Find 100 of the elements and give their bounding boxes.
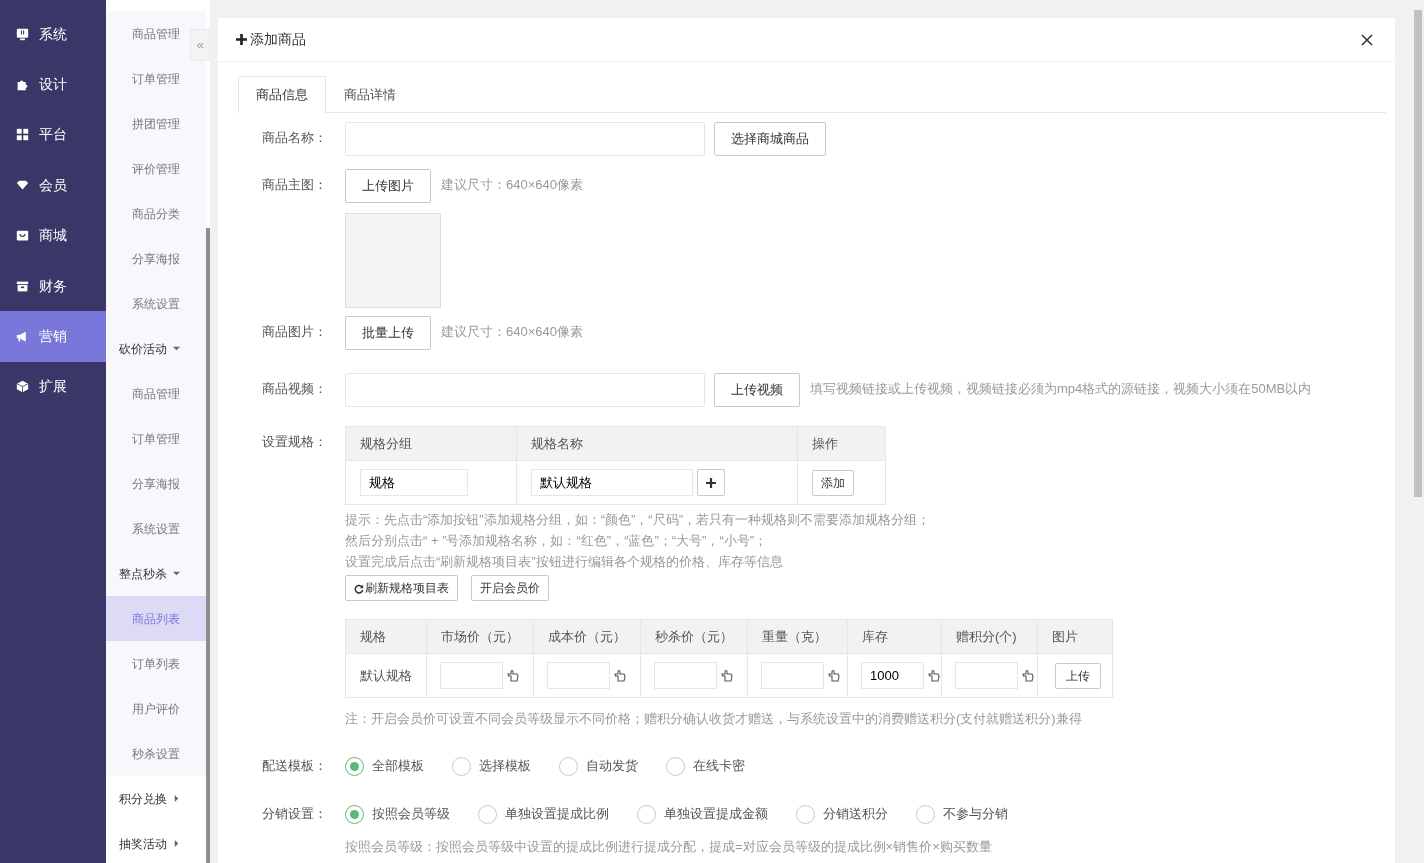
price-field[interactable] <box>955 662 1018 689</box>
text-field[interactable]: 规格 <box>360 469 468 496</box>
select-product-button[interactable]: 选择商城商品 <box>714 122 826 156</box>
close-icon[interactable] <box>1361 33 1373 46</box>
scrollbar[interactable] <box>206 228 210 863</box>
submenu-group[interactable]: 砍价活动 <box>106 326 206 371</box>
submenu-group[interactable]: 抽奖活动 <box>106 821 206 863</box>
hand-icon[interactable] <box>507 669 519 682</box>
hand-icon[interactable] <box>1022 669 1034 682</box>
hand-icon[interactable] <box>614 669 626 682</box>
column-header: 库存 <box>847 619 942 654</box>
nav-item[interactable]: 扩展 <box>0 361 106 413</box>
nav-item[interactable]: 营销 <box>0 311 106 362</box>
field-label: 商品视频： <box>261 380 328 398</box>
upload-button[interactable]: 上传图片 <box>345 169 431 203</box>
radio-option[interactable]: 单独设置提成比例 <box>478 798 609 830</box>
field-label: 商品名称： <box>261 129 328 147</box>
submenu-item[interactable]: 分享海报 <box>106 236 206 281</box>
nav-item[interactable]: 平台 <box>0 109 106 161</box>
upload-video-button[interactable]: 上传视频 <box>714 373 800 407</box>
nav-item[interactable]: 财务 <box>0 260 106 312</box>
radio-option[interactable]: 不参与分销 <box>916 798 1008 830</box>
radio-option[interactable]: 选择模板 <box>452 750 531 782</box>
price-field[interactable]: 1000 <box>861 662 924 689</box>
price-field[interactable] <box>547 662 610 689</box>
column-header: 重量（克） <box>747 619 848 654</box>
submenu-item[interactable]: 拼团管理 <box>106 101 206 146</box>
monitor-icon <box>16 27 29 41</box>
submenu-item[interactable]: 订单列表 <box>106 641 206 686</box>
submenu-group[interactable]: 整点秒杀 <box>106 551 206 596</box>
column-header: 规格名称 <box>516 426 798 461</box>
hint-text: 填写视频链接或上传视频，视频链接必须为mp4格式的源链接，视频大小须在50MB以内 <box>810 380 1312 398</box>
column-header: 规格 <box>345 619 427 654</box>
submenu-group[interactable]: 积分兑换 <box>106 776 206 821</box>
submenu-item[interactable]: 分享海报 <box>106 461 206 506</box>
column-header: 操作 <box>797 426 886 461</box>
gem-icon <box>16 178 29 192</box>
add-name-button[interactable] <box>697 469 725 496</box>
column-header: 成本价（元） <box>533 619 641 654</box>
submenu-item[interactable]: 商品管理 <box>106 371 206 416</box>
field-label: 设置规格： <box>261 433 328 451</box>
scrollbar[interactable] <box>1414 10 1422 497</box>
refresh-icon <box>354 583 364 594</box>
grid-icon <box>16 128 29 142</box>
upload-button[interactable]: 批量上传 <box>345 316 431 350</box>
field-label: 分销设置： <box>261 805 328 823</box>
submenu-item[interactable]: 订单管理 <box>106 56 206 101</box>
text-field[interactable] <box>345 122 705 156</box>
radio-option[interactable]: 自动发货 <box>559 750 638 782</box>
radio-option[interactable]: 分销送积分 <box>796 798 888 830</box>
radio-option[interactable]: 全部模板 <box>345 750 424 782</box>
upload-button[interactable]: 上传 <box>1055 662 1101 689</box>
field-label: 商品主图： <box>261 176 328 194</box>
hint-text: 建议尺寸：640×640像素 <box>441 323 583 341</box>
hand-icon[interactable] <box>828 669 840 682</box>
radio-option[interactable]: 按照会员等级 <box>345 798 450 830</box>
price-field[interactable] <box>761 662 824 689</box>
tab[interactable]: 商品信息 <box>238 76 326 113</box>
nav-item[interactable]: 商城 <box>0 210 106 261</box>
submenu-item[interactable]: 商品分类 <box>106 191 206 236</box>
text-field[interactable] <box>345 373 705 407</box>
nav-item[interactable]: 设计 <box>0 59 106 110</box>
plus-icon <box>236 34 247 45</box>
description-text: 按照会员等级：按照会员等级中设置的提成比例进行提成分配，提成=对应会员等级的提成比例×销售价×购买数量 <box>345 838 993 856</box>
megaphone-icon <box>16 330 29 344</box>
tip-text: 设置完成后点击“刷新规格项目表”按钮进行编辑各个规格的价格、库存等信息 <box>345 553 784 571</box>
submenu-item[interactable]: 订单管理 <box>106 416 206 461</box>
submenu-item[interactable]: 秒杀设置 <box>106 731 206 776</box>
price-field[interactable] <box>654 662 717 689</box>
add-button[interactable]: 添加 <box>812 469 854 496</box>
submenu-item[interactable]: 系统设置 <box>106 506 206 551</box>
submenu-item[interactable]: 系统设置 <box>106 281 206 326</box>
hand-icon[interactable] <box>928 669 940 682</box>
hand-icon[interactable] <box>721 669 733 682</box>
caret-icon <box>173 570 180 577</box>
box-icon <box>16 279 29 293</box>
price-field[interactable] <box>440 662 503 689</box>
nav-item[interactable]: 系统 <box>0 9 106 60</box>
table-cell: 默认规格 <box>345 653 427 698</box>
plus-icon <box>706 478 716 489</box>
note-text: 注：开启会员价可设置不同会员等级显示不同价格；赠积分确认收货才赠送，与系统设置中的消费赠送积分(支付就赠送积分)兼得 <box>345 710 1083 728</box>
column-header: 图片 <box>1037 619 1113 654</box>
column-header: 市场价（元） <box>426 619 534 654</box>
submenu-item[interactable]: 用户评价 <box>106 686 206 731</box>
member-price-button[interactable]: 开启会员价 <box>471 575 549 601</box>
cube-icon <box>16 380 29 394</box>
hint-text: 建议尺寸：640×640像素 <box>441 176 583 194</box>
submenu-item[interactable]: 评价管理 <box>106 146 206 191</box>
field-label: 商品图片： <box>261 323 328 341</box>
column-header: 规格分组 <box>345 426 517 461</box>
tab[interactable]: 商品详情 <box>326 76 414 113</box>
caret-icon <box>173 345 180 352</box>
text-field[interactable]: 默认规格 <box>531 469 693 496</box>
radio-option[interactable]: 单独设置提成金额 <box>637 798 768 830</box>
radio-option[interactable]: 在线卡密 <box>666 750 745 782</box>
nav-item[interactable]: 会员 <box>0 160 106 211</box>
refresh-button[interactable]: 刷新规格项目表 <box>345 575 458 601</box>
bag-icon <box>16 229 29 243</box>
tip-text: 然后分别点击“ + ”号添加规格名称，如：“红色”，“蓝色”；“大号”，“小号”； <box>345 532 769 550</box>
caret-icon <box>173 840 180 847</box>
